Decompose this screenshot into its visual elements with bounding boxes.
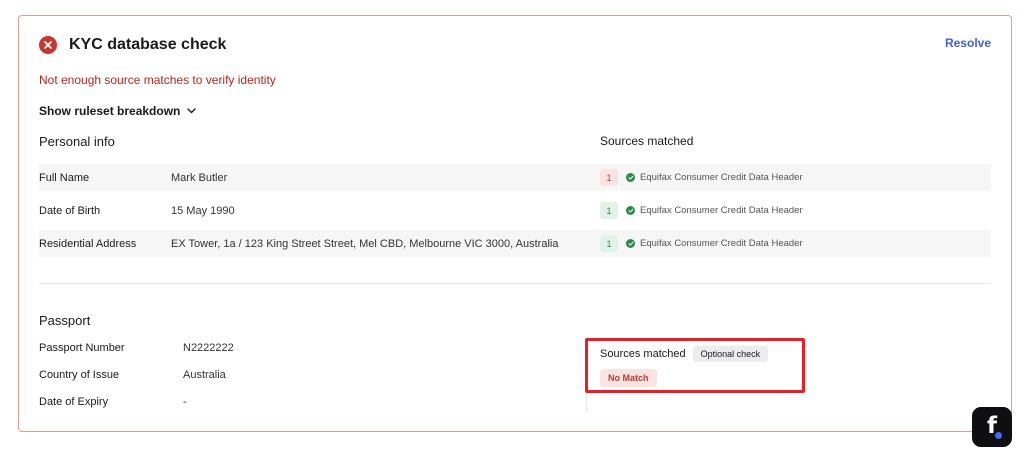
logo-dot xyxy=(995,432,1002,439)
list-item: Passport Number N2222222 xyxy=(39,342,234,354)
chevron-down-icon xyxy=(187,108,197,114)
resolve-link[interactable]: Resolve xyxy=(945,36,991,50)
row-value: Mark Butler xyxy=(171,171,228,184)
card-header: KYC database check xyxy=(39,36,226,54)
source-name: Equifax Consumer Credit Data Header xyxy=(640,172,803,183)
x-circle-icon xyxy=(39,36,57,54)
row-value: N2222222 xyxy=(183,342,234,354)
source-match: 1 Equifax Consumer Credit Data Header xyxy=(600,169,803,186)
match-count-badge: 1 xyxy=(600,202,618,219)
table-row: Residential Address EX Tower, 1a / 123 K… xyxy=(39,230,991,257)
row-label: Residential Address xyxy=(39,237,137,250)
row-value: 15 May 1990 xyxy=(171,204,235,217)
check-circle-icon xyxy=(626,206,635,215)
chat-launcher-button[interactable]: f xyxy=(972,407,1012,447)
row-label: Date of Birth xyxy=(39,204,101,217)
list-item: Date of Expiry - xyxy=(39,396,187,408)
source-name: Equifax Consumer Credit Data Header xyxy=(640,205,803,216)
passport-title: Passport xyxy=(39,313,91,328)
source-name: Equifax Consumer Credit Data Header xyxy=(640,238,803,249)
row-value: EX Tower, 1a / 123 King Street Street, M… xyxy=(171,237,559,250)
row-label: Passport Number xyxy=(39,342,125,354)
row-label: Country of Issue xyxy=(39,369,120,381)
highlight-box xyxy=(585,338,805,393)
card-title: KYC database check xyxy=(69,36,227,53)
row-value: Australia xyxy=(183,369,226,381)
sources-matched-heading: Sources matched xyxy=(600,134,694,148)
personal-info-title: Personal info xyxy=(39,134,115,149)
list-item: Country of Issue Australia xyxy=(39,369,226,381)
row-label: Full Name xyxy=(39,171,90,184)
ruleset-breakdown-toggle[interactable]: Show ruleset breakdown xyxy=(39,104,197,118)
source-match: 1 Equifax Consumer Credit Data Header xyxy=(600,202,803,219)
row-label: Date of Expiry xyxy=(39,396,109,408)
source-match: 1 Equifax Consumer Credit Data Header xyxy=(600,235,803,252)
check-circle-icon xyxy=(626,173,635,182)
check-circle-icon xyxy=(626,239,635,248)
table-row: Full Name Mark Butler 1 Equifax Consumer… xyxy=(39,164,991,191)
match-count-badge: 1 xyxy=(600,169,618,186)
breakdown-label: Show ruleset breakdown xyxy=(39,104,181,118)
error-message: Not enough source matches to verify iden… xyxy=(39,73,276,87)
kyc-check-card: KYC database check Resolve Not enough so… xyxy=(18,15,1012,432)
table-row: Date of Birth 15 May 1990 1 Equifax Cons… xyxy=(39,197,991,224)
section-divider xyxy=(39,283,991,284)
row-value: - xyxy=(183,396,187,408)
match-count-badge: 1 xyxy=(600,235,618,252)
